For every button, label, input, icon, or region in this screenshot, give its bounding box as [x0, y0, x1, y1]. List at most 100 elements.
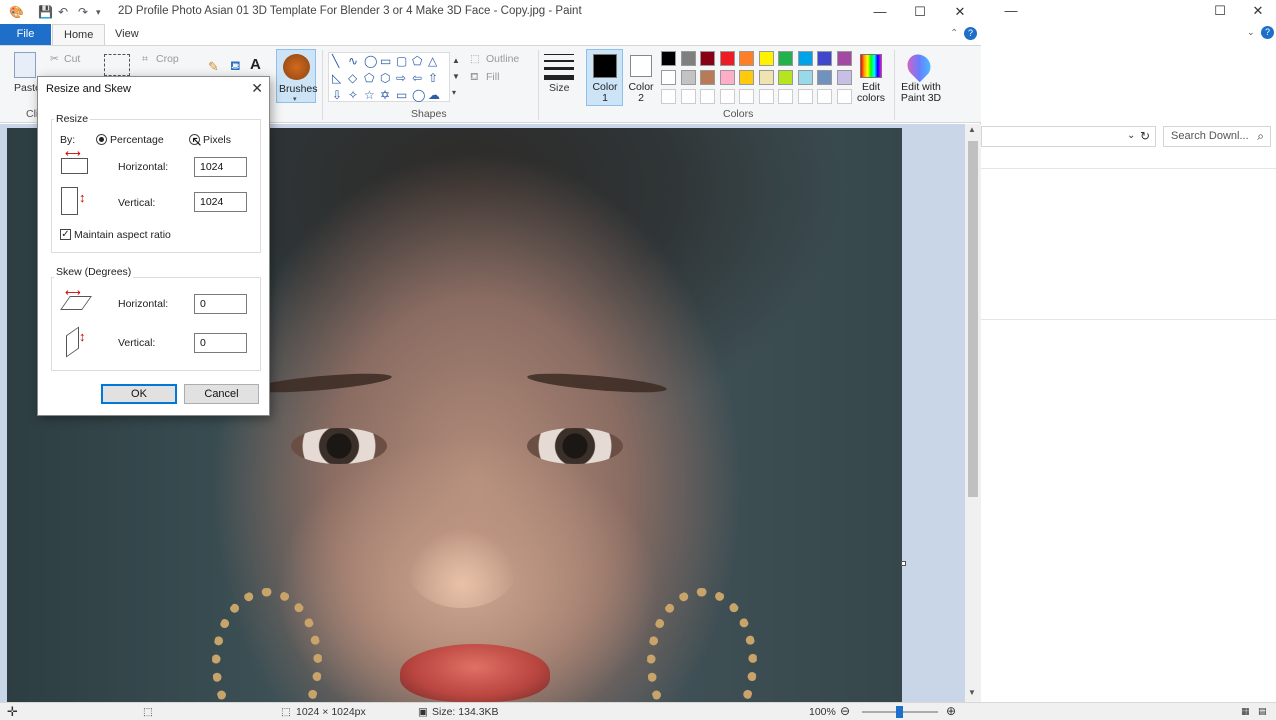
palette-swatch[interactable] — [719, 70, 735, 85]
address-dropdown-icon[interactable]: ⌄ — [1127, 130, 1135, 141]
scroll-up-icon[interactable]: ▲ — [968, 125, 976, 134]
fill-bucket-icon[interactable]: ⛾ — [230, 58, 241, 76]
curve-shape-icon[interactable]: ∿ — [348, 55, 358, 67]
refresh-icon[interactable]: ↻ — [1140, 129, 1150, 143]
palette-swatch[interactable] — [817, 89, 832, 104]
edit-colors-icon[interactable] — [860, 54, 882, 78]
tab-file[interactable]: File — [0, 24, 51, 45]
palette-swatch[interactable] — [700, 51, 715, 66]
address-bar[interactable]: ⌄ ↻ — [981, 126, 1156, 147]
palette-swatch[interactable] — [661, 51, 676, 66]
rectangle-shape-icon[interactable]: ▭ — [380, 55, 391, 67]
brushes-button[interactable]: Brushes ▾ — [276, 49, 318, 103]
callout-oval-shape-icon[interactable]: ◯ — [412, 89, 425, 101]
close-button[interactable]: ✕ — [940, 0, 980, 24]
scrollbar-thumb[interactable] — [968, 141, 978, 497]
color2-swatch[interactable] — [630, 55, 652, 77]
ok-button[interactable]: OK — [101, 384, 177, 404]
palette-swatch[interactable] — [661, 89, 676, 104]
palette-swatch[interactable] — [817, 70, 832, 85]
explorer-minimize-button[interactable]: — — [991, 0, 1031, 22]
palette-swatch[interactable] — [700, 89, 715, 104]
search-input[interactable]: Search Downl... ⌕ — [1163, 126, 1271, 147]
scroll-down-icon[interactable]: ▼ — [968, 688, 976, 697]
pencil-icon[interactable]: ✎ — [208, 59, 219, 75]
palette-swatch[interactable] — [758, 89, 774, 104]
shapes-scroll-down-icon[interactable]: ▼ — [452, 72, 460, 81]
five-point-star-shape-icon[interactable]: ☆ — [364, 89, 375, 101]
palette-swatch[interactable] — [778, 51, 793, 66]
resize-vertical-input[interactable]: 1024 — [194, 192, 247, 212]
edit-with-paint3d-button[interactable]: Edit with Paint 3D — [898, 82, 944, 104]
palette-swatch[interactable] — [758, 51, 774, 66]
polygon-shape-icon[interactable]: ⬠ — [412, 55, 422, 67]
save-icon[interactable]: 💾 — [38, 5, 53, 19]
down-arrow-shape-icon[interactable]: ⇩ — [332, 89, 342, 101]
customize-quick-access-icon[interactable]: ▾ — [96, 7, 101, 18]
cut-button[interactable]: Cut — [64, 53, 80, 65]
palette-swatch[interactable] — [719, 51, 735, 66]
explorer-close-button[interactable]: ✕ — [1238, 0, 1276, 22]
color2-label[interactable]: Color 2 — [626, 82, 656, 104]
help-icon[interactable]: ? — [964, 27, 977, 40]
palette-swatch[interactable] — [719, 89, 735, 104]
cancel-button[interactable]: Cancel — [184, 384, 259, 404]
zoom-out-icon[interactable]: ⊖ — [840, 704, 850, 718]
redo-icon[interactable]: ↷ — [78, 5, 88, 19]
palette-swatch[interactable] — [817, 51, 832, 66]
callout-rect-shape-icon[interactable]: ▭ — [396, 89, 407, 101]
zoom-in-icon[interactable]: ⊕ — [946, 704, 956, 718]
palette-swatch[interactable] — [680, 70, 696, 85]
up-arrow-shape-icon[interactable]: ⇧ — [428, 72, 438, 84]
pentagon-shape-icon[interactable]: ⬠ — [364, 72, 374, 84]
palette-swatch[interactable] — [661, 70, 676, 85]
undo-icon[interactable]: ↶ — [58, 5, 68, 19]
skew-horizontal-input[interactable]: 0 — [194, 294, 247, 314]
right-triangle-shape-icon[interactable]: ◺ — [332, 72, 341, 84]
palette-swatch[interactable] — [680, 51, 696, 66]
size-button[interactable]: Size — [549, 82, 569, 94]
palette-swatch[interactable] — [700, 70, 715, 85]
right-arrow-shape-icon[interactable]: ⇨ — [396, 72, 406, 84]
palette-swatch[interactable] — [797, 51, 813, 66]
shapes-more-icon[interactable]: ▾ — [452, 88, 456, 97]
explorer-maximize-button[interactable]: ☐ — [1200, 0, 1240, 22]
palette-swatch[interactable] — [680, 89, 696, 104]
oval-shape-icon[interactable]: ◯ — [364, 55, 377, 67]
explorer-view-icon-2[interactable]: ▤ — [1258, 706, 1267, 717]
diamond-shape-icon[interactable]: ◇ — [348, 72, 357, 84]
palette-swatch[interactable] — [778, 70, 793, 85]
palette-swatch[interactable] — [836, 70, 852, 85]
paint3d-icon[interactable] — [902, 49, 936, 83]
hexagon-shape-icon[interactable]: ⬡ — [380, 72, 390, 84]
palette-swatch[interactable] — [778, 89, 793, 104]
rounded-rect-shape-icon[interactable]: ▢ — [396, 55, 407, 67]
explorer-help-icon[interactable]: ? — [1261, 26, 1274, 39]
maintain-aspect-label[interactable]: Maintain aspect ratio — [74, 229, 171, 241]
paste-icon[interactable] — [14, 52, 36, 78]
skew-vertical-input[interactable]: 0 — [194, 333, 247, 353]
palette-swatch[interactable] — [739, 70, 754, 85]
left-arrow-shape-icon[interactable]: ⇦ — [412, 72, 422, 84]
tab-home[interactable]: Home — [52, 24, 106, 45]
dialog-close-button[interactable]: ✕ — [251, 80, 263, 97]
palette-swatch[interactable] — [797, 70, 813, 85]
triangle-shape-icon[interactable]: △ — [428, 55, 437, 67]
palette-swatch[interactable] — [758, 70, 774, 85]
crop-button[interactable]: Crop — [156, 53, 179, 65]
text-tool-icon[interactable]: A — [250, 56, 261, 73]
expand-ribbon-icon[interactable]: ⌄ — [1247, 27, 1255, 38]
shapes-gallery[interactable]: ╲ ∿ ◯ ▭ ▢ ⬠ △ ◺ ◇ ⬠ ⬡ ⇨ ⇦ ⇧ ⇩ ✧ ☆ ✡ ▭ ◯ … — [328, 52, 450, 102]
percentage-label[interactable]: Percentage — [110, 134, 164, 146]
outline-button[interactable]: Outline — [486, 53, 519, 65]
percentage-radio[interactable] — [96, 134, 107, 145]
palette-swatch[interactable] — [836, 89, 852, 104]
collapse-ribbon-icon[interactable]: ⌃ — [950, 28, 958, 39]
pixels-label[interactable]: Pixels — [203, 134, 231, 146]
color1-button[interactable]: Color 1 — [586, 49, 623, 106]
fill-button[interactable]: Fill — [486, 71, 499, 83]
resize-horizontal-input[interactable]: 1024 — [194, 157, 247, 177]
shapes-scroll-up-icon[interactable]: ▲ — [452, 56, 460, 65]
tab-view[interactable]: View — [104, 24, 150, 45]
select-icon[interactable] — [104, 54, 130, 76]
